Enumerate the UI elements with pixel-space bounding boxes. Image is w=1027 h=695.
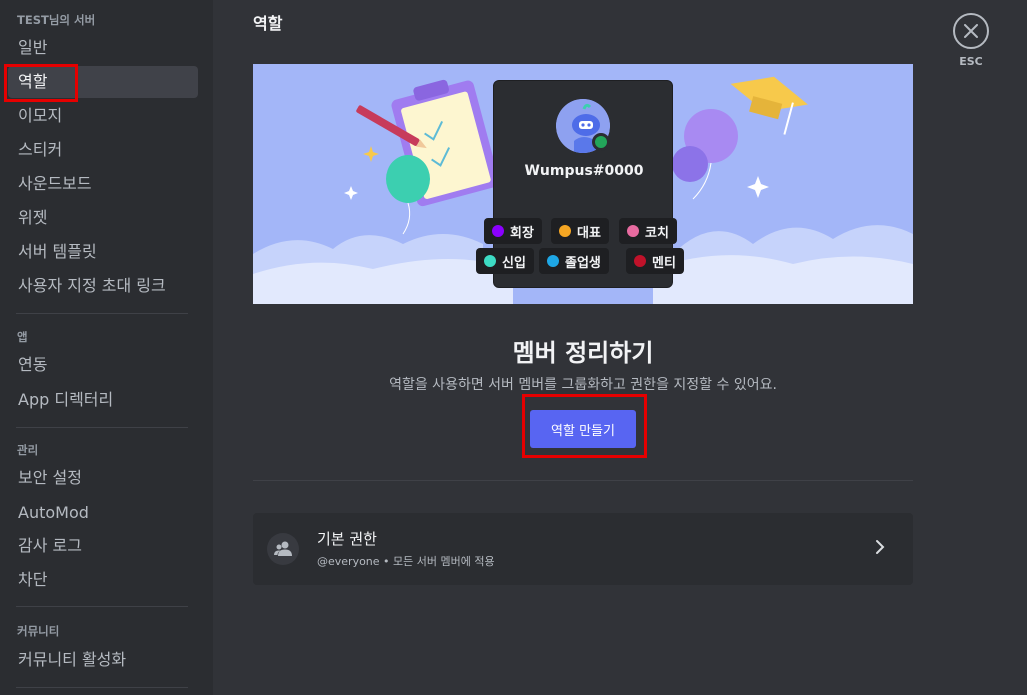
empty-state-description: 역할을 사용하면 서버 멤버를 그룹화하고 권한을 지정할 수 있어요. — [389, 377, 777, 393]
role-color-dot — [492, 225, 504, 237]
chevron-right-icon — [876, 540, 885, 554]
role-pill: 멘티 — [626, 248, 684, 274]
role-color-dot — [627, 225, 639, 237]
sidebar-item-safety-setup[interactable]: 보안 설정 — [8, 462, 198, 494]
settings-sidebar: TEST님의 서버 일반 역할 이모지 스티커 사운드보드 위젯 서버 템플릿 … — [0, 0, 213, 695]
close-icon — [964, 24, 978, 38]
role-name: 코치 — [645, 225, 669, 241]
community-section-header: 커뮤니티 — [17, 624, 60, 638]
sidebar-item-enable-community[interactable]: 커뮤니티 활성화 — [8, 644, 198, 676]
people-icon — [274, 541, 292, 556]
sidebar-item-automod[interactable]: AutoMod — [8, 497, 198, 529]
username: Wumpus#0000 — [524, 163, 644, 179]
role-name: 졸업생 — [565, 255, 601, 271]
members-icon — [267, 533, 299, 565]
esc-label: ESC — [959, 55, 983, 68]
sidebar-item-emoji[interactable]: 이모지 — [8, 100, 198, 132]
roles-banner: Wumpus#0000 회장 대표 코치 신입 졸업생 멘티 — [253, 64, 913, 304]
manage-section-header: 관리 — [17, 443, 39, 457]
role-name: 멘티 — [652, 255, 676, 271]
online-status-indicator — [592, 133, 610, 151]
role-name: 신입 — [502, 255, 526, 271]
sidebar-item-stickers[interactable]: 스티커 — [8, 134, 198, 166]
sidebar-divider — [16, 606, 188, 607]
sidebar-divider — [16, 313, 188, 314]
section-divider — [253, 480, 913, 481]
default-permissions-title: 기본 권한 — [317, 530, 377, 548]
role-name: 대표 — [577, 225, 601, 241]
sidebar-divider — [16, 427, 188, 428]
close-button[interactable] — [953, 13, 989, 49]
page-title: 역할 — [253, 14, 283, 33]
sidebar-item-roles[interactable]: 역할 — [8, 66, 198, 98]
close-settings[interactable]: ESC — [953, 13, 989, 68]
role-pill: 회장 — [484, 218, 542, 244]
role-pill: 대표 — [551, 218, 609, 244]
server-section-header: TEST님의 서버 — [17, 13, 96, 27]
role-name: 회장 — [510, 225, 534, 241]
role-pill: 졸업생 — [539, 248, 609, 274]
role-color-dot — [484, 255, 496, 267]
role-color-dot — [634, 255, 646, 267]
sidebar-item-soundboard[interactable]: 사운드보드 — [8, 168, 198, 200]
role-color-dot — [547, 255, 559, 267]
role-pill: 신입 — [476, 248, 534, 274]
default-permissions-row[interactable]: 기본 권한 @everyone • 모든 서버 멤버에 적용 — [253, 513, 913, 585]
sidebar-item-server-template[interactable]: 서버 템플릿 — [8, 236, 198, 268]
sidebar-item-bans[interactable]: 차단 — [8, 564, 198, 596]
sidebar-item-general[interactable]: 일반 — [8, 32, 198, 64]
default-permissions-subtitle: @everyone • 모든 서버 멤버에 적용 — [317, 555, 495, 568]
sidebar-item-audit-log[interactable]: 감사 로그 — [8, 530, 198, 562]
apps-section-header: 앱 — [17, 330, 28, 344]
profile-card: Wumpus#0000 회장 대표 코치 신입 졸업생 멘티 — [476, 80, 684, 288]
sidebar-item-custom-invite-link[interactable]: 사용자 지정 초대 링크 — [8, 270, 198, 302]
create-role-button[interactable]: 역할 만들기 — [530, 410, 636, 448]
role-pill: 코치 — [619, 218, 677, 244]
sidebar-item-app-directory[interactable]: App 디렉터리 — [8, 384, 198, 416]
sidebar-item-widget[interactable]: 위젯 — [8, 202, 198, 234]
role-color-dot — [559, 225, 571, 237]
empty-state-heading: 멤버 정리하기 — [512, 339, 654, 367]
sidebar-divider — [16, 687, 188, 688]
sidebar-item-integrations[interactable]: 연동 — [8, 349, 198, 381]
